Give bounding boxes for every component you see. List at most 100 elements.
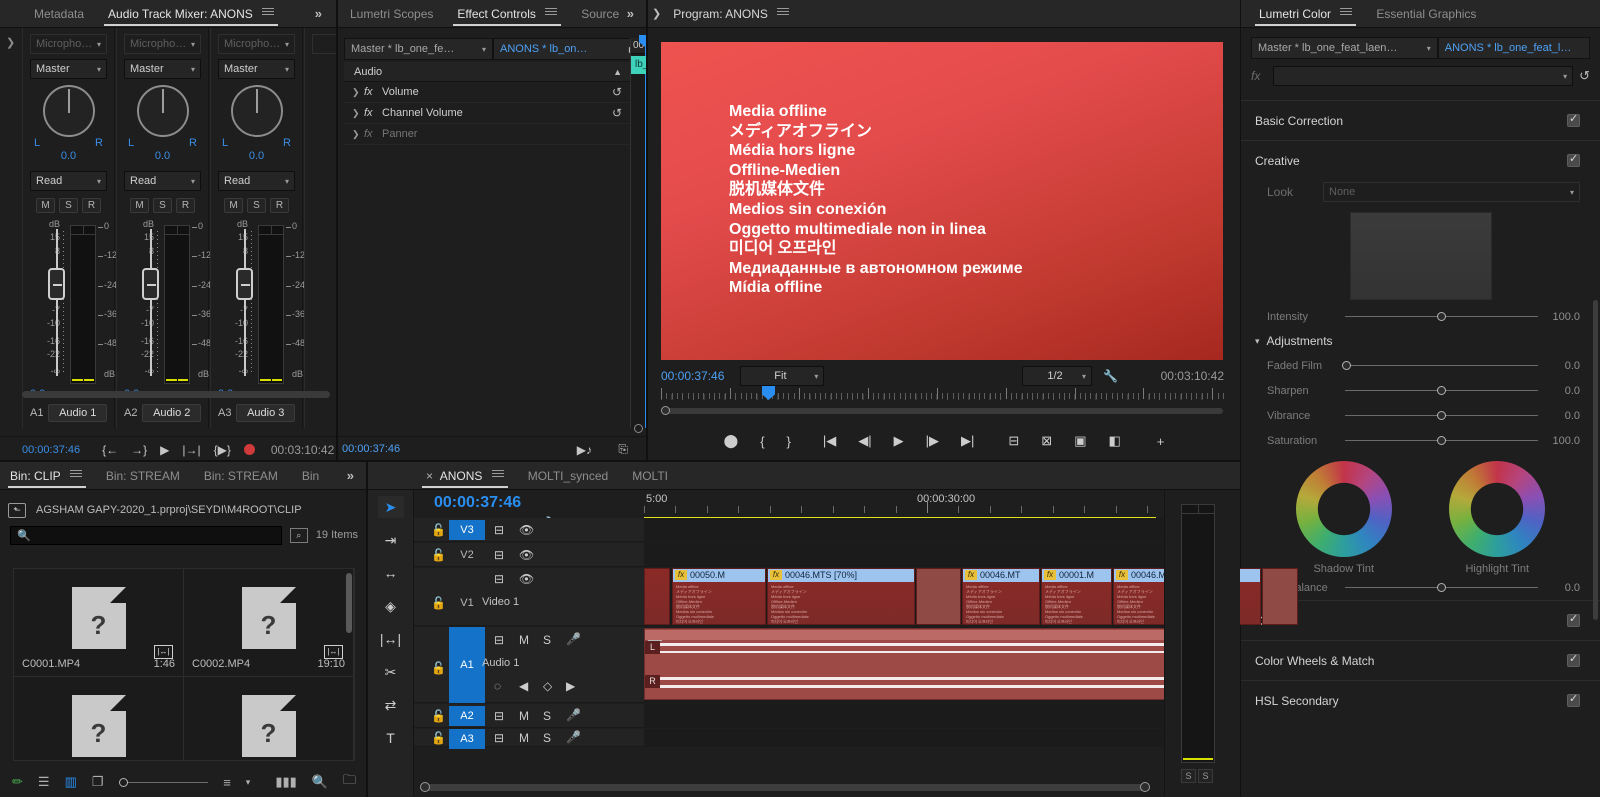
play-audio-icon[interactable]: ▶♪ — [577, 443, 592, 457]
rate-stretch-tool[interactable]: |↔| — [378, 628, 404, 650]
lock-icon[interactable]: 🔓 — [431, 731, 446, 745]
lock-icon[interactable]: 🔓 — [431, 661, 446, 675]
fx-footer-timecode[interactable]: 00:00:37:46 — [342, 443, 400, 455]
bin-item[interactable]: ? |↔| C0002.MP4 19:10 — [184, 569, 354, 677]
timeline-clip[interactable] — [1262, 568, 1298, 625]
timeline-current-timecode[interactable]: 00:00:37:46 — [414, 490, 644, 512]
sync-lock-icon[interactable]: ⊟ — [494, 731, 504, 745]
panel-menu-icon[interactable] — [545, 6, 558, 17]
input-select[interactable]: Micropho… ▾ — [30, 34, 107, 54]
highlight-tint-wheel[interactable]: Highlight Tint — [1449, 461, 1546, 575]
mute-button-a1[interactable]: M — [519, 633, 529, 647]
record-button[interactable]: R — [270, 198, 289, 213]
lock-icon[interactable]: 🔓 — [431, 523, 446, 537]
slider-track[interactable] — [1345, 409, 1538, 423]
meter-solo-left[interactable]: S — [1181, 769, 1196, 783]
reset-icon[interactable]: ↺ — [612, 106, 622, 120]
solo-button-a3[interactable]: S — [543, 731, 551, 745]
lumetri-sequence-clip-select[interactable]: ANONS * lb_one_feat_l… — [1437, 37, 1590, 59]
slider-value[interactable]: 100.0 — [1538, 311, 1580, 323]
track-number-v2[interactable]: V2 — [449, 545, 485, 565]
search-input[interactable]: 🔍 — [10, 525, 282, 545]
track-body-a2[interactable] — [644, 704, 1210, 728]
loop-icon[interactable]: |→| — [182, 443, 200, 457]
track-output-icon[interactable]: 👁 — [519, 548, 534, 562]
mixer-current-timecode[interactable]: 00:00:37:46 — [22, 444, 80, 456]
slider-track[interactable] — [1345, 384, 1538, 398]
chevron-right-icon[interactable]: ❯ — [352, 108, 364, 119]
timeline-audio-clip[interactable]: fx L R — [644, 628, 1210, 700]
vu-clip-indicator[interactable] — [71, 226, 95, 235]
tab-sequence-anons[interactable]: × ANONS — [414, 462, 516, 490]
output-select[interactable]: Master ▾ — [218, 59, 295, 79]
fx-group-audio[interactable]: Audio ▲ — [344, 62, 630, 82]
track-header-v3[interactable]: 🔓 V3 ⊟ 👁 — [414, 518, 644, 542]
record-button[interactable]: R — [176, 198, 195, 213]
track-header-a3[interactable]: 🔓 A3 ⊟ M S 🎤 — [414, 729, 644, 749]
zoom-level-select[interactable]: Fit ▾ — [740, 366, 825, 386]
lift-icon[interactable]: ⊟ — [1008, 433, 1019, 449]
lumetri-preset-select[interactable]: ▾ — [1273, 66, 1574, 86]
track-select-forward-tool[interactable]: ⇥ — [378, 529, 404, 551]
shadow-tint-wheel[interactable]: Shadow Tint — [1295, 461, 1392, 575]
comparison-view-icon[interactable]: ◧ — [1108, 433, 1120, 449]
track-header-v2[interactable]: 🔓 V2 ⊟ 👁 — [414, 543, 644, 567]
go-to-out-icon[interactable]: →} — [131, 443, 147, 457]
go-to-out-icon[interactable]: ▶| — [961, 433, 974, 449]
color-wheel-icon[interactable] — [1295, 461, 1392, 557]
add-keyframe-icon[interactable]: ◇ — [543, 679, 552, 693]
look-preview-thumbnail[interactable] — [1349, 212, 1492, 300]
timeline-time-ruler[interactable]: 5:00 00:00:30:00 — [644, 490, 1211, 518]
type-tool[interactable]: T — [378, 727, 404, 749]
sequence-clip-select[interactable]: ANONS * lb_on… ▶ — [493, 38, 642, 60]
panel-divider[interactable] — [646, 0, 648, 462]
mixer-horizontal-scrollbar[interactable] — [22, 391, 330, 398]
slip-tool[interactable]: ⇄ — [378, 694, 404, 716]
filter-bin-icon[interactable]: ⌕ — [289, 527, 308, 543]
slider-value[interactable]: 0.0 — [1538, 360, 1580, 372]
vu-clip-indicator[interactable] — [259, 226, 283, 235]
fx-effect-volume[interactable]: ❯ fx Volume ↺ — [344, 82, 630, 103]
close-icon[interactable]: × — [426, 469, 433, 483]
go-to-in-icon[interactable]: {← — [102, 443, 118, 457]
clip-indicator[interactable] — [1182, 505, 1214, 514]
mixer-overflow-button[interactable]: » — [303, 0, 334, 28]
mute-button[interactable]: M — [130, 198, 149, 213]
mute-button-a3[interactable]: M — [519, 731, 529, 745]
panel-divider[interactable] — [0, 460, 1240, 462]
solo-button[interactable]: S — [153, 198, 172, 213]
volume-fader[interactable] — [236, 268, 253, 300]
prev-keyframe-icon[interactable]: ◀ — [519, 679, 528, 693]
fx-zoom-scrollbar[interactable] — [630, 424, 663, 434]
mark-out-icon[interactable]: } — [787, 434, 791, 449]
slider-track[interactable] — [1345, 581, 1538, 595]
bin-item-grid[interactable]: ? |↔| C0001.MP4 1:46 ? |↔| C0002.MP4 19:… — [13, 568, 355, 761]
record-icon[interactable] — [243, 444, 255, 455]
volume-fader[interactable] — [48, 268, 65, 300]
chevron-up-icon[interactable]: ▲ — [613, 67, 622, 77]
reset-icon[interactable]: ↺ — [612, 85, 622, 99]
bin-item[interactable]: ? — [14, 677, 184, 760]
slider-value[interactable]: 0.0 — [1538, 410, 1580, 422]
track-name[interactable]: Audio 3 — [236, 404, 295, 422]
slider-track[interactable] — [1345, 434, 1538, 448]
chevron-down-icon[interactable]: ▾ — [246, 777, 251, 788]
fx-effect-channel-volume[interactable]: ❯ fx Channel Volume ↺ — [344, 103, 630, 124]
pan-knob[interactable] — [42, 85, 95, 137]
thumbnail-zoom-slider[interactable] — [118, 776, 209, 788]
program-zoom-scrollbar[interactable] — [661, 405, 1223, 417]
voice-over-icon[interactable]: 🎤 — [566, 632, 581, 646]
track-header-a1[interactable]: 🔓 A1 ⊟ M S 🎤 Audio 1 ◌ ◀ ◇ ▶ — [414, 627, 644, 703]
sync-lock-icon[interactable]: ⊟ — [494, 548, 504, 562]
slider-value[interactable]: 0.0 — [1538, 385, 1580, 397]
mute-button[interactable]: M — [224, 198, 243, 213]
freeform-view-icon[interactable]: ❐ — [92, 774, 104, 790]
track-number-a1[interactable]: A1 — [449, 627, 485, 703]
tab-effect-controls[interactable]: Effect Controls — [445, 0, 569, 28]
sync-lock-icon[interactable]: ⊟ — [494, 633, 504, 647]
tab-bin-stream-1[interactable]: Bin: STREAM — [94, 462, 192, 490]
panel-menu-icon[interactable] — [1340, 6, 1353, 17]
bin-item[interactable]: ? — [184, 677, 354, 760]
section-enable-checkbox[interactable] — [1567, 152, 1580, 167]
export-icon[interactable]: ⎘ — [618, 442, 628, 457]
